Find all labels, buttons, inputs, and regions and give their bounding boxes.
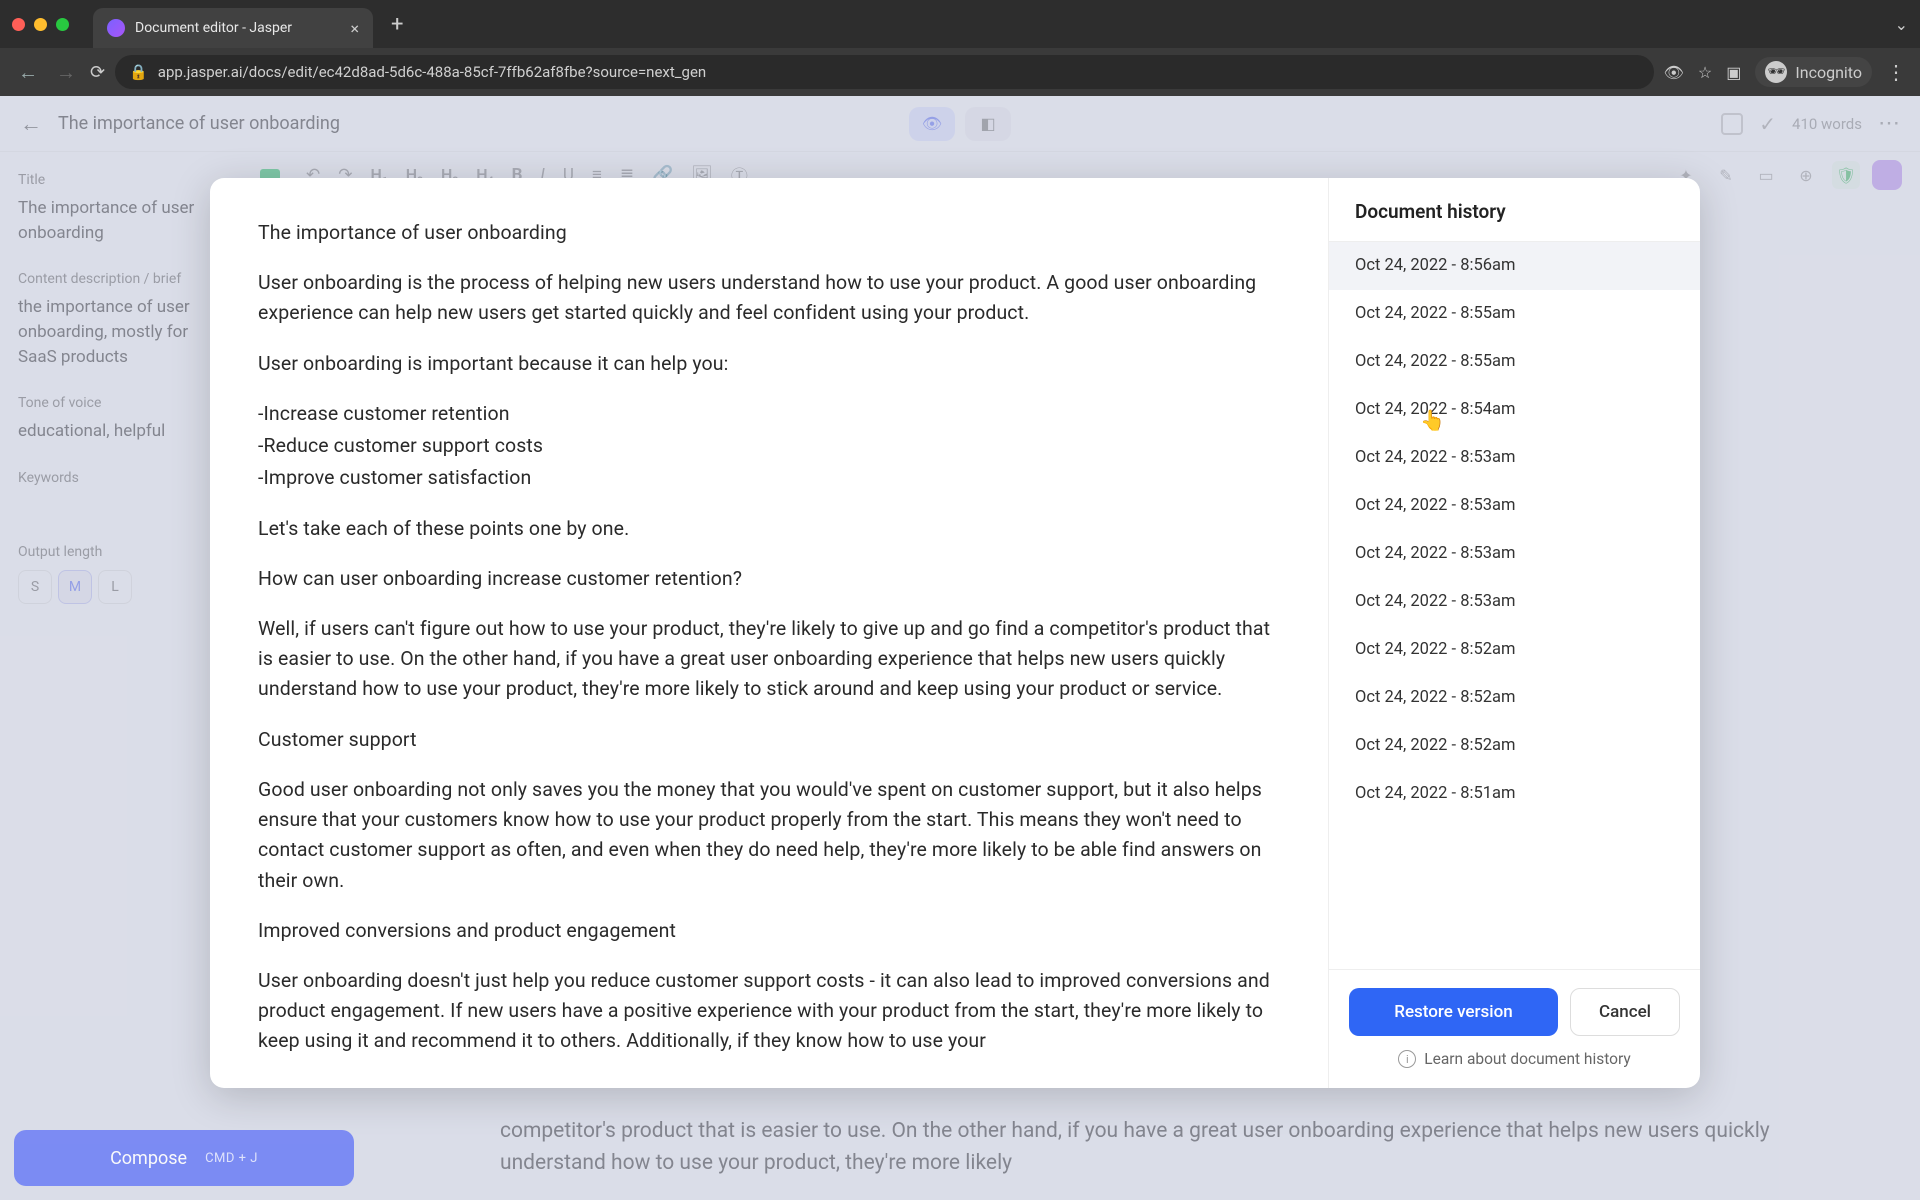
doc-h2: Customer support: [258, 725, 1280, 755]
close-tab-icon[interactable]: ×: [350, 19, 359, 38]
history-pane: Document history Oct 24, 2022 - 8:56am O…: [1328, 178, 1700, 1088]
doc-p3: Let's take each of these points one by o…: [258, 514, 1280, 544]
doc-p6: Good user onboarding not only saves you …: [258, 775, 1280, 896]
window-controls: [12, 18, 69, 31]
learn-link[interactable]: i Learn about document history: [1349, 1050, 1680, 1068]
maximize-window-icon[interactable]: [56, 18, 69, 31]
doc-b1: -Increase customer retention: [258, 399, 1280, 429]
doc-h3: Improved conversions and product engagem…: [258, 916, 1280, 946]
eye-off-icon[interactable]: 👁: [1664, 63, 1684, 82]
history-item[interactable]: Oct 24, 2022 - 8:51am: [1329, 770, 1700, 818]
history-item[interactable]: Oct 24, 2022 - 8:53am: [1329, 434, 1700, 482]
url-input[interactable]: 🔒 app.jasper.ai/docs/edit/ec42d8ad-5d6c-…: [115, 55, 1654, 89]
info-icon: i: [1398, 1050, 1416, 1068]
history-footer: Restore version Cancel i Learn about doc…: [1329, 969, 1700, 1088]
document-history-modal: The importance of user onboarding User o…: [210, 178, 1700, 1088]
compose-button[interactable]: Compose CMD + J: [14, 1130, 354, 1186]
address-bar: ← → ⟳ 🔒 app.jasper.ai/docs/edit/ec42d8ad…: [0, 48, 1920, 96]
url-text: app.jasper.ai/docs/edit/ec42d8ad-5d6c-48…: [158, 63, 706, 81]
restore-version-button[interactable]: Restore version: [1349, 988, 1558, 1036]
doc-b2: -Reduce customer support costs: [258, 431, 1280, 461]
history-item[interactable]: Oct 24, 2022 - 8:54am: [1329, 386, 1700, 434]
browser-chrome: Document editor - Jasper × + ⌄ ← → ⟳ 🔒 a…: [0, 0, 1920, 96]
history-item[interactable]: Oct 24, 2022 - 8:53am: [1329, 482, 1700, 530]
incognito-label: Incognito: [1795, 63, 1862, 82]
tabs-dropdown-icon[interactable]: ⌄: [1895, 15, 1908, 34]
incognito-icon: 🕶: [1765, 61, 1787, 83]
forward-button[interactable]: →: [52, 60, 80, 85]
doc-title-line: The importance of user onboarding: [258, 218, 1280, 248]
app-root: ← The importance of user onboarding 👁 ◧ …: [0, 96, 1920, 1200]
incognito-badge[interactable]: 🕶 Incognito: [1755, 57, 1872, 87]
cancel-button[interactable]: Cancel: [1570, 988, 1680, 1036]
history-list[interactable]: Oct 24, 2022 - 8:56am Oct 24, 2022 - 8:5…: [1329, 242, 1700, 969]
lock-icon: 🔒: [129, 63, 148, 81]
browser-tab[interactable]: Document editor - Jasper ×: [93, 8, 373, 48]
history-item[interactable]: Oct 24, 2022 - 8:56am: [1329, 242, 1700, 290]
compose-label: Compose: [110, 1148, 187, 1169]
history-item[interactable]: Oct 24, 2022 - 8:53am: [1329, 530, 1700, 578]
bookmark-icon[interactable]: ☆: [1698, 63, 1712, 82]
minimize-window-icon[interactable]: [34, 18, 47, 31]
history-item[interactable]: Oct 24, 2022 - 8:55am: [1329, 338, 1700, 386]
history-item[interactable]: Oct 24, 2022 - 8:52am: [1329, 674, 1700, 722]
tab-bar: Document editor - Jasper × + ⌄: [0, 0, 1920, 48]
history-item[interactable]: Oct 24, 2022 - 8:53am: [1329, 578, 1700, 626]
compose-shortcut: CMD + J: [205, 1151, 258, 1166]
extensions-icon[interactable]: ▣: [1726, 63, 1741, 82]
version-preview-pane: The importance of user onboarding User o…: [210, 178, 1328, 1088]
learn-label: Learn about document history: [1424, 1050, 1630, 1068]
doc-p5: Well, if users can't figure out how to u…: [258, 614, 1280, 705]
reload-button[interactable]: ⟳: [90, 62, 105, 83]
tab-title: Document editor - Jasper: [135, 20, 340, 36]
browser-right-icons: 👁 ☆ ▣ 🕶 Incognito ⋮: [1664, 57, 1906, 87]
history-buttons: Restore version Cancel: [1349, 988, 1680, 1036]
new-tab-button[interactable]: +: [381, 12, 413, 37]
history-title: Document history: [1329, 178, 1700, 242]
close-window-icon[interactable]: [12, 18, 25, 31]
doc-p1: User onboarding is the process of helpin…: [258, 268, 1280, 328]
back-button[interactable]: ←: [14, 60, 42, 85]
doc-p2: User onboarding is important because it …: [258, 349, 1280, 379]
history-item[interactable]: Oct 24, 2022 - 8:52am: [1329, 722, 1700, 770]
doc-p4: How can user onboarding increase custome…: [258, 564, 1280, 594]
history-item[interactable]: Oct 24, 2022 - 8:55am: [1329, 290, 1700, 338]
history-item[interactable]: Oct 24, 2022 - 8:52am: [1329, 626, 1700, 674]
doc-b3: -Improve customer satisfaction: [258, 463, 1280, 493]
doc-p7: User onboarding doesn't just help you re…: [258, 966, 1280, 1057]
favicon-icon: [107, 19, 125, 37]
browser-menu-icon[interactable]: ⋮: [1886, 60, 1906, 84]
